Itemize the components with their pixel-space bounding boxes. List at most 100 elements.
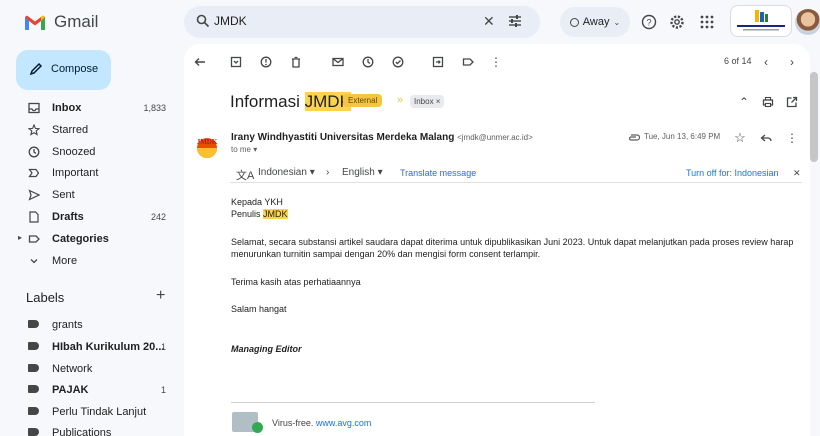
inbox-label-chip[interactable]: Inbox ×: [410, 95, 445, 108]
unread-count: 1: [160, 385, 166, 395]
star-icon[interactable]: ☆: [732, 130, 748, 146]
star-icon: [27, 123, 41, 136]
reply-icon[interactable]: [758, 130, 774, 146]
sidebar-item-drafts[interactable]: Drafts 242: [0, 207, 176, 228]
search-options-icon[interactable]: [508, 14, 522, 28]
sidebar-item-more[interactable]: More: [0, 251, 176, 272]
important-marker-icon[interactable]: »: [397, 94, 403, 106]
settings-gear-icon[interactable]: [668, 13, 686, 31]
label-item[interactable]: Network: [0, 359, 176, 380]
label-tag-icon: [28, 342, 39, 350]
virus-free-note: Virus-free. www.avg.com: [272, 418, 371, 428]
greeting-highlight: JMDK: [263, 209, 288, 219]
sender-logo-text: JMDK: [197, 138, 218, 146]
expand-all-icon[interactable]: ⌃: [736, 94, 752, 110]
scrollbar[interactable]: [810, 72, 818, 162]
more-vert-icon[interactable]: ⋮: [488, 54, 504, 70]
translate-icon: 文A: [236, 170, 255, 182]
label-tag-icon: [28, 320, 39, 328]
unread-count: 1,833: [143, 103, 166, 113]
translate-message-link[interactable]: Translate message: [400, 168, 476, 178]
sidebar-item-label: More: [52, 255, 78, 267]
print-icon[interactable]: [760, 94, 776, 110]
gmail-logo[interactable]: Gmail: [24, 12, 98, 32]
snooze-clock-icon[interactable]: [360, 54, 376, 70]
move-to-icon[interactable]: [430, 54, 446, 70]
app-name: Gmail: [54, 12, 99, 31]
add-to-tasks-icon[interactable]: [390, 54, 406, 70]
university-logo-icon: [737, 10, 785, 31]
label-name: HIbah Kurikulum 20...: [52, 341, 165, 353]
svg-text:?: ?: [646, 18, 651, 28]
sidebar-item-label: Snoozed: [52, 146, 96, 158]
recipients-toggle[interactable]: to me ▾: [231, 145, 257, 154]
arrow-right-icon: ›: [326, 167, 330, 178]
delete-icon[interactable]: [288, 54, 304, 70]
sidebar-item-snoozed[interactable]: Snoozed: [0, 142, 176, 163]
sender-avatar[interactable]: JMDK: [192, 130, 222, 160]
sidebar-item-label: Inbox: [52, 102, 82, 114]
add-label-icon[interactable]: +: [156, 287, 165, 305]
unread-count: 242: [150, 212, 166, 222]
sidebar-item-label: Important: [52, 167, 99, 179]
older-chevron-icon[interactable]: ›: [784, 54, 800, 70]
status-label: Away: [582, 16, 610, 28]
pencil-icon: [29, 62, 43, 76]
sidebar-item-categories[interactable]: ▸ Categories: [0, 229, 176, 250]
body-greeting-1: Kepada YKH: [231, 197, 283, 207]
label-item[interactable]: Perlu Tindak Lanjut: [0, 402, 176, 423]
external-badge: External: [343, 94, 383, 107]
search-bar[interactable]: ✕: [184, 6, 540, 38]
status-dropdown[interactable]: Away ⌄: [560, 7, 630, 37]
sidebar-item-sent[interactable]: Sent: [0, 185, 176, 206]
sidebar-item-starred[interactable]: Starred: [0, 120, 176, 141]
back-arrow-icon[interactable]: [192, 54, 208, 70]
mark-unread-icon[interactable]: [330, 54, 346, 70]
label-item[interactable]: PAJAK 1: [0, 380, 176, 401]
sidebar-item-inbox[interactable]: Inbox 1,833: [0, 98, 176, 119]
compose-button[interactable]: Compose: [16, 50, 111, 90]
search-input[interactable]: [214, 14, 434, 28]
label-item[interactable]: Publications: [0, 423, 176, 436]
labels-heading: Labels: [26, 290, 65, 305]
label-item[interactable]: grants: [0, 315, 176, 336]
archive-icon[interactable]: [228, 54, 244, 70]
search-icon[interactable]: [196, 14, 210, 28]
top-bar: Gmail ✕ Away ⌄ ?: [0, 0, 820, 44]
target-language-dropdown[interactable]: English ▾: [342, 167, 383, 178]
sender-name[interactable]: Irany Windhyastiti Universitas Merdeka M…: [231, 132, 454, 143]
subject-text: Informasi: [230, 92, 305, 111]
more-options-icon[interactable]: ⋮: [784, 130, 800, 146]
body-regards: Salam hangat: [231, 304, 287, 314]
turn-off-translate-link[interactable]: Turn off for: Indonesian: [686, 168, 779, 178]
label-item[interactable]: HIbah Kurikulum 20... 1: [0, 337, 176, 358]
close-translate-icon[interactable]: ✕: [793, 168, 801, 179]
gmail-m-icon: [25, 15, 45, 30]
signature-divider: [231, 402, 595, 403]
status-icon: [569, 17, 579, 27]
label-outline-icon: [28, 233, 40, 245]
expand-arrow-icon[interactable]: ▸: [18, 233, 22, 242]
account-avatar[interactable]: [795, 9, 820, 35]
organization-logo[interactable]: [730, 5, 792, 37]
email-subject: Informasi JMDK: [230, 92, 351, 112]
source-language-dropdown[interactable]: Indonesian ▾: [258, 167, 315, 178]
open-new-window-icon[interactable]: [784, 94, 800, 110]
report-spam-icon[interactable]: [258, 54, 274, 70]
send-icon: [28, 189, 41, 201]
avg-link[interactable]: www.avg.com: [316, 418, 372, 428]
chevron-down-icon: ⌄: [613, 17, 621, 27]
sidebar-item-important[interactable]: Important: [0, 163, 176, 184]
body-greeting-2: Penulis JMDK: [231, 208, 288, 220]
help-icon[interactable]: ?: [640, 13, 658, 31]
label-icon[interactable]: [460, 54, 476, 70]
unread-count: 1: [160, 342, 166, 352]
label-tag-icon: [28, 364, 39, 372]
clear-search-icon[interactable]: ✕: [483, 13, 495, 30]
newer-chevron-icon[interactable]: ‹: [758, 54, 774, 70]
body-paragraph-line-2: menurunkan turnitin sampai dengan 20% da…: [231, 249, 541, 259]
body-paragraph-line-1: Selamat, secara substansi artikel saudar…: [231, 237, 794, 247]
greeting-text: Penulis: [231, 209, 264, 219]
label-tag-icon: [28, 385, 39, 393]
apps-grid-icon[interactable]: [698, 13, 716, 31]
